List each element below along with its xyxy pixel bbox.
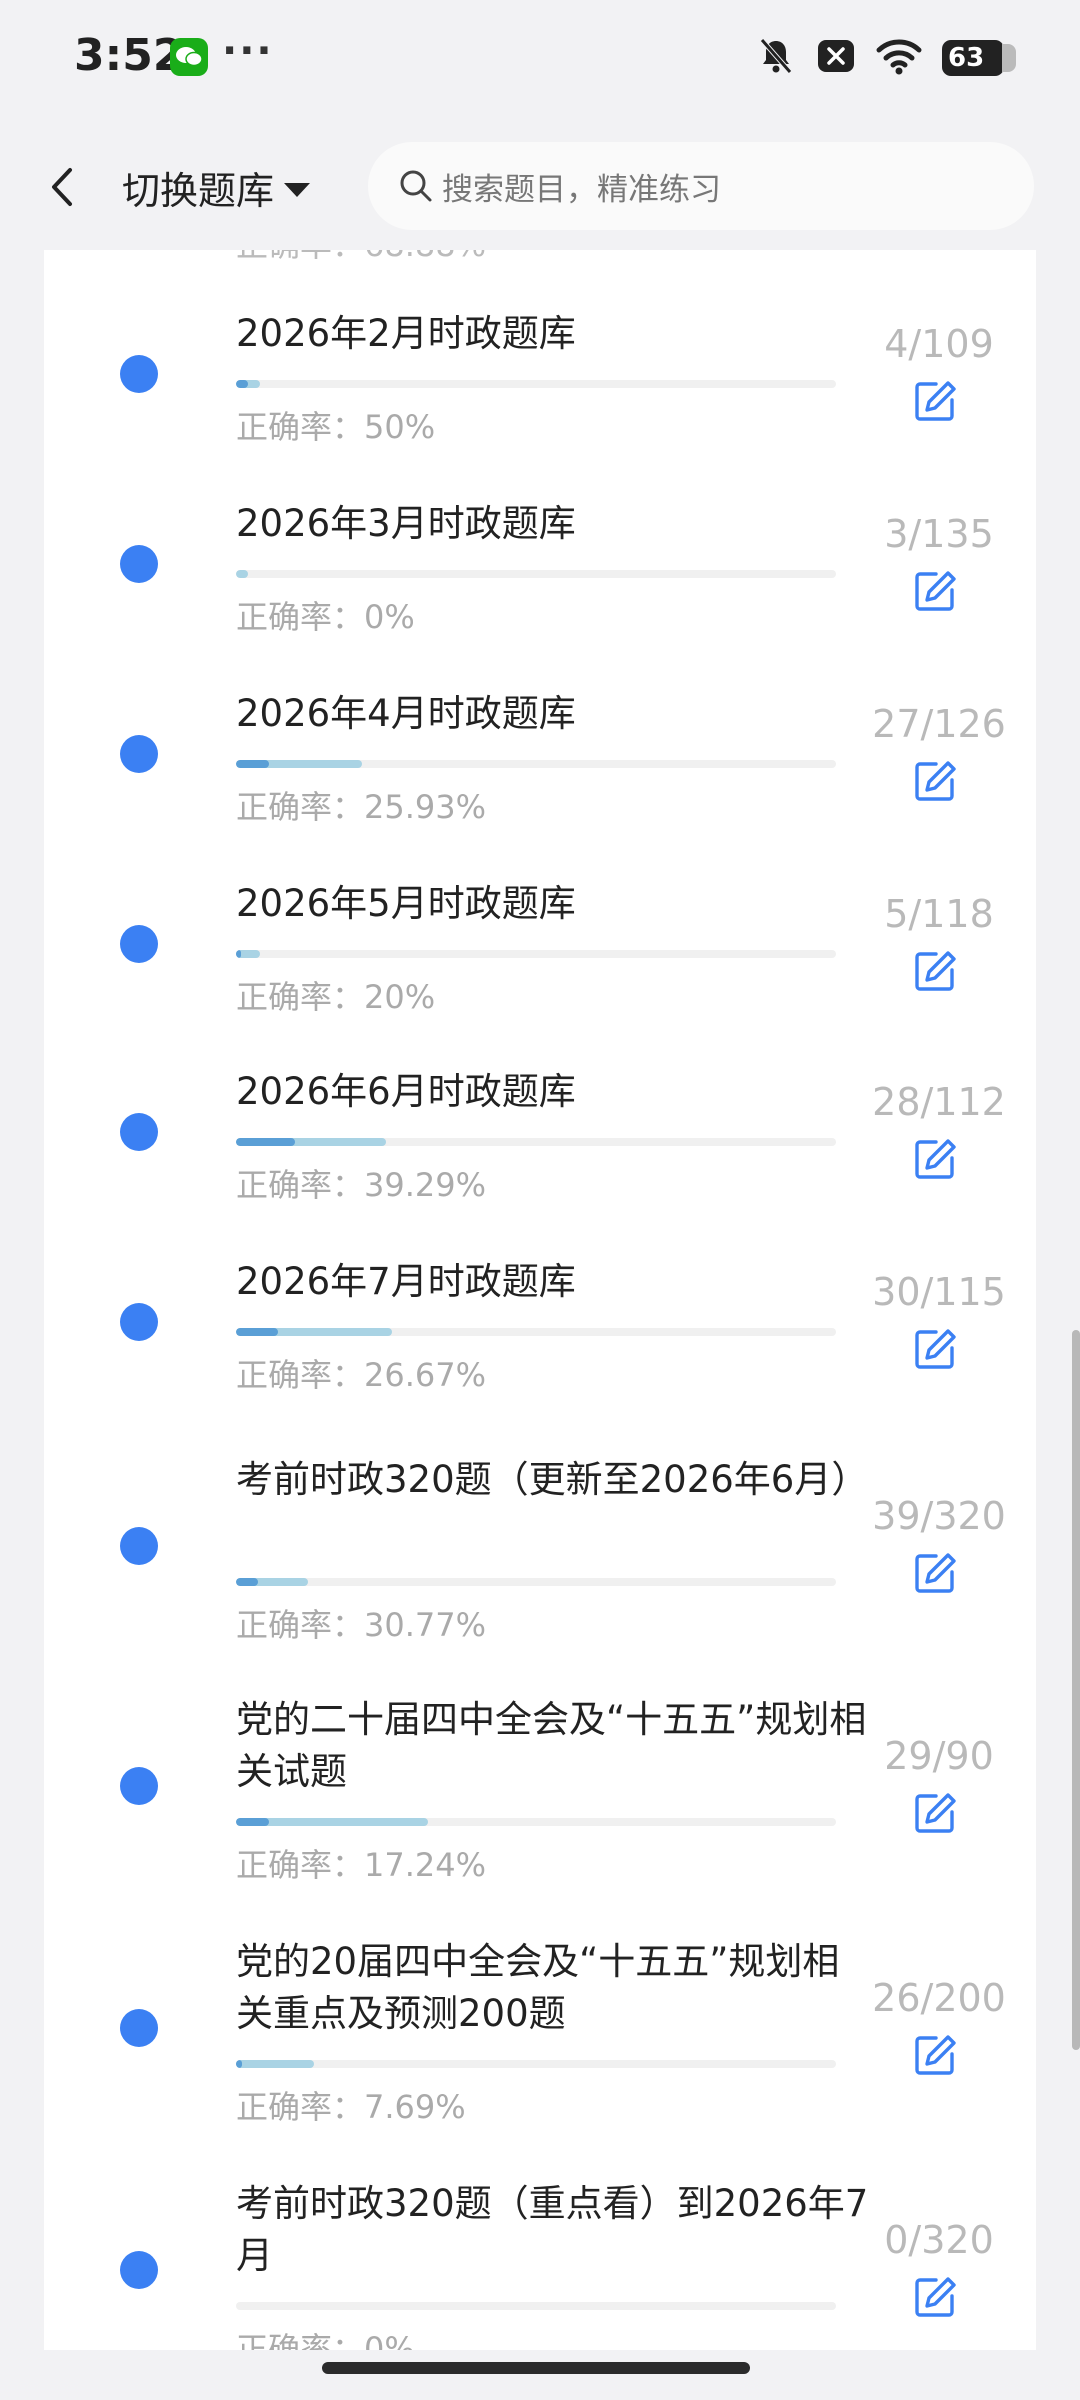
progress-count: 27/126 — [872, 702, 1006, 746]
progress-fill — [236, 1578, 308, 1586]
accuracy-rate: 正确率：17.24% — [236, 1846, 487, 1884]
switch-bank-label: 切换题库 — [122, 169, 275, 213]
progress-count: 4/109 — [884, 322, 994, 366]
accuracy-rate: 正确率：26.67% — [236, 1356, 487, 1394]
item-title: 党的二十届四中全会及“十五五”规划相关试题 — [236, 1698, 867, 1793]
progress-bar — [236, 2060, 836, 2068]
status-dot — [120, 1767, 158, 1805]
accuracy-rate: 正确率：50% — [236, 408, 436, 446]
progress-bar — [236, 1818, 836, 1826]
edit-icon[interactable] — [912, 1136, 958, 1182]
progress-fill — [236, 380, 260, 388]
progress-bar — [236, 1328, 836, 1336]
progress-correct-fill — [236, 1578, 259, 1586]
item-title: 2026年4月时政题库 — [236, 692, 576, 735]
item-title: 2026年5月时政题库 — [236, 882, 576, 925]
progress-bar — [236, 2302, 836, 2310]
accuracy-rate: 正确率：20% — [236, 978, 436, 1016]
accuracy-rate: 正确率：0% — [236, 2330, 415, 2350]
item-title: 考前时政320题（重点看）到2026年7月 — [236, 2182, 869, 2277]
progress-correct-fill — [236, 1138, 295, 1146]
edit-icon[interactable] — [912, 2032, 958, 2078]
progress-count: 29/90 — [884, 1734, 994, 1778]
accuracy-rate: 正确率：0% — [236, 598, 415, 636]
question-bank-list: 正确率：68.88% 2026年2月时政题库 正确率：50% 4/109 2026年3… — [44, 240, 1036, 2350]
status-dot — [120, 735, 158, 773]
caret-down-icon — [284, 182, 311, 197]
status-dot — [120, 1303, 158, 1341]
progress-fill — [236, 1818, 428, 1826]
item-title: 2026年3月时政题库 — [236, 502, 576, 545]
progress-correct-fill — [236, 1328, 278, 1336]
progress-bar — [236, 570, 836, 578]
progress-bar — [236, 950, 836, 958]
accuracy-rate: 正确率：39.29% — [236, 1166, 487, 1204]
progress-bar — [236, 1138, 836, 1146]
status-dot — [120, 2009, 158, 2047]
close-box-icon — [816, 36, 856, 80]
item-title: 2026年2月时政题库 — [236, 312, 576, 355]
back-arrow-icon[interactable] — [42, 162, 82, 212]
progress-bar — [236, 380, 836, 388]
wifi-icon — [876, 36, 922, 80]
progress-count: 28/112 — [872, 1080, 1006, 1124]
bell-muted-icon — [756, 36, 796, 80]
progress-fill — [236, 2060, 314, 2068]
top-bar: 切换题库 搜索题目，精准练习 — [0, 120, 1080, 250]
progress-correct-fill — [236, 950, 241, 958]
edit-icon[interactable] — [912, 2274, 958, 2320]
scrollbar[interactable] — [1072, 1330, 1080, 2050]
status-bar: 3:52 ··· 63 — [0, 0, 1080, 120]
progress-bar — [236, 760, 836, 768]
edit-icon[interactable] — [912, 758, 958, 804]
home-indicator[interactable] — [322, 2362, 750, 2374]
more-notifications-icon: ··· — [222, 28, 274, 74]
item-title: 2026年6月时政题库 — [236, 1070, 576, 1113]
progress-fill — [236, 1328, 392, 1336]
status-dot — [120, 1113, 158, 1151]
progress-count: 3/135 — [884, 512, 994, 556]
progress-correct-fill — [236, 380, 248, 388]
progress-fill — [236, 570, 248, 578]
status-dot — [120, 355, 158, 393]
progress-fill — [236, 1138, 386, 1146]
item-title: 2026年7月时政题库 — [236, 1260, 576, 1303]
accuracy-rate: 正确率：25.93% — [236, 788, 487, 826]
progress-correct-fill — [236, 1818, 270, 1826]
progress-correct-fill — [236, 760, 269, 768]
status-dot — [120, 925, 158, 963]
edit-icon[interactable] — [912, 1326, 958, 1372]
item-title: 党的20届四中全会及“十五五”规划相关重点及预测200题 — [236, 1940, 840, 2035]
edit-icon[interactable] — [912, 1790, 958, 1836]
progress-count: 39/320 — [872, 1494, 1006, 1538]
switch-bank-dropdown[interactable]: 切换题库 — [122, 160, 311, 215]
status-dot — [120, 1527, 158, 1565]
search-icon — [398, 168, 434, 204]
wechat-icon — [170, 38, 208, 76]
status-time: 3:52 — [74, 30, 184, 81]
accuracy-rate: 正确率：7.69% — [236, 2088, 466, 2126]
item-title: 考前时政320题（更新至2026年6月） — [236, 1458, 869, 1501]
search-placeholder: 搜索题目，精准练习 — [442, 171, 721, 208]
progress-count: 0/320 — [884, 2218, 994, 2262]
progress-fill — [236, 950, 260, 958]
accuracy-rate: 正确率：30.77% — [236, 1606, 487, 1644]
progress-bar — [236, 1578, 836, 1586]
progress-correct-fill — [236, 2060, 242, 2068]
edit-icon[interactable] — [912, 568, 958, 614]
status-dot — [120, 545, 158, 583]
progress-count: 30/115 — [872, 1270, 1006, 1314]
progress-count: 26/200 — [872, 1976, 1006, 2020]
progress-fill — [236, 760, 362, 768]
search-input[interactable]: 搜索题目，精准练习 — [368, 142, 1034, 230]
battery-icon: 63 — [942, 40, 1016, 76]
edit-icon[interactable] — [912, 378, 958, 424]
edit-icon[interactable] — [912, 1550, 958, 1596]
progress-count: 5/118 — [884, 892, 994, 936]
status-dot — [120, 2251, 158, 2289]
edit-icon[interactable] — [912, 948, 958, 994]
